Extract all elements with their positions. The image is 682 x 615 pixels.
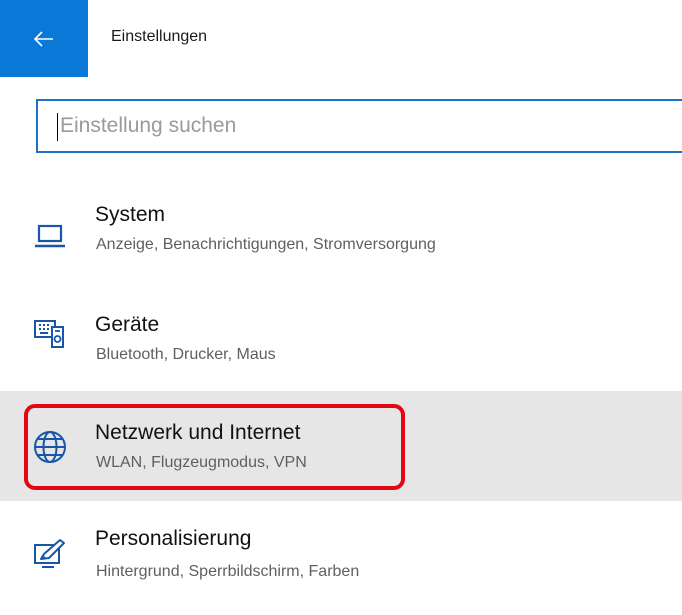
window-title: Einstellungen	[111, 28, 208, 45]
category-devices[interactable]: Geräte Bluetooth, Drucker, Maus	[0, 293, 682, 403]
category-title: Geräte	[95, 313, 160, 336]
personalization-icon	[34, 539, 65, 568]
devices-icon	[34, 320, 64, 348]
category-title: Personalisierung	[95, 527, 252, 550]
category-description: Bluetooth, Drucker, Maus	[96, 346, 276, 363]
back-arrow-icon	[34, 30, 53, 47]
category-title: System	[95, 203, 166, 226]
search-box[interactable]	[36, 99, 682, 153]
highlight-annotation	[24, 404, 405, 490]
title-bar: Einstellungen	[0, 0, 682, 77]
category-description: Anzeige, Benachrichtigungen, Stromversor…	[96, 236, 436, 253]
search-input[interactable]	[38, 101, 682, 151]
category-description: Hintergrund, Sperrbildschirm, Farben	[96, 563, 360, 580]
text-caret	[57, 113, 58, 141]
category-personalization[interactable]: Personalisierung Hintergrund, Sperrbilds…	[0, 505, 682, 615]
laptop-icon	[35, 224, 65, 248]
category-system[interactable]: System Anzeige, Benachrichtigungen, Stro…	[0, 183, 682, 293]
back-button[interactable]	[0, 0, 88, 77]
